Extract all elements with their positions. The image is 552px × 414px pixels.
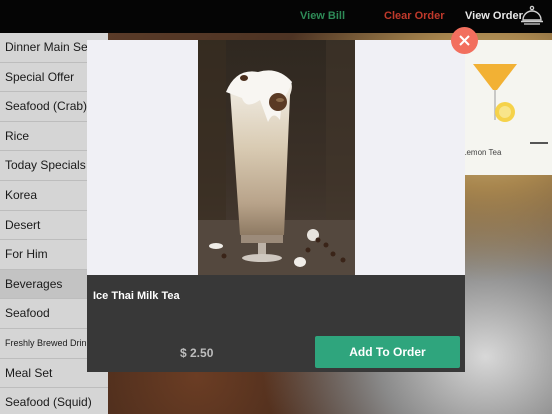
close-modal-button[interactable] (451, 27, 478, 54)
menu-card-label: Lemon Tea (462, 148, 502, 157)
item-image-panel (87, 40, 465, 275)
close-icon (459, 35, 470, 46)
cloche-icon[interactable] (520, 5, 544, 27)
view-bill-button[interactable]: View Bill (300, 10, 345, 22)
item-name: Ice Thai Milk Tea (93, 290, 180, 302)
clear-order-button[interactable]: Clear Order (384, 10, 445, 22)
add-to-order-button[interactable]: Add To Order (315, 336, 460, 368)
sidebar-item-seafood-squid[interactable]: Seafood (Squid) (0, 388, 108, 414)
lemon-tea-image (473, 64, 517, 122)
item-detail-modal: Ice Thai Milk Tea $ 2.50 Add To Order (87, 40, 465, 372)
menu-card-divider (530, 142, 548, 144)
item-price: $ 2.50 (180, 346, 214, 360)
item-photo (198, 40, 355, 275)
view-order-button[interactable]: View Order (465, 10, 523, 22)
